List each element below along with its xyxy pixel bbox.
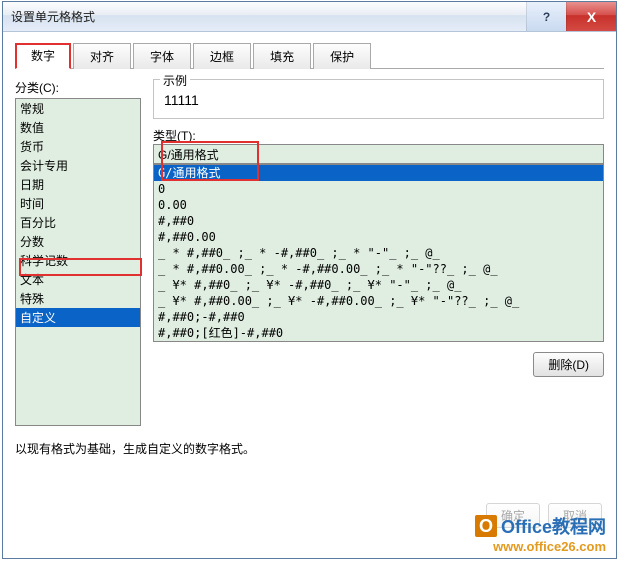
category-item[interactable]: 货币 <box>16 137 140 156</box>
dialog-content: 数字 对齐 字体 边框 填充 保护 分类(C): 常规 数值 货币 会计专用 日… <box>3 32 616 465</box>
category-list[interactable]: 常规 数值 货币 会计专用 日期 时间 百分比 分数 科学记数 文本 特殊 自定… <box>15 98 141 426</box>
format-item[interactable]: #,##0.00;-#,##0.00 <box>154 341 603 342</box>
window-title: 设置单元格格式 <box>3 8 95 25</box>
category-item[interactable]: 会计专用 <box>16 156 140 175</box>
format-list[interactable]: G/通用格式 0 0.00 #,##0 #,##0.00 _ * #,##0_ … <box>153 164 604 342</box>
format-item[interactable]: #,##0 <box>154 213 603 229</box>
delete-button[interactable]: 删除(D) <box>533 352 604 377</box>
category-item[interactable]: 分数 <box>16 232 140 251</box>
tab-protection[interactable]: 保护 <box>313 43 371 69</box>
tab-font[interactable]: 字体 <box>133 43 191 69</box>
category-item[interactable]: 常规 <box>16 99 140 118</box>
category-label: 分类(C): <box>15 79 141 96</box>
category-item[interactable]: 文本 <box>16 270 140 289</box>
right-column: 示例 11111 类型(T): G/通用格式 0 0.00 #,##0 #,##… <box>153 79 604 426</box>
category-item[interactable]: 数值 <box>16 118 140 137</box>
format-item[interactable]: _ * #,##0.00_ ;_ * -#,##0.00_ ;_ * "-"??… <box>154 261 603 277</box>
format-item[interactable]: _ ¥* #,##0.00_ ;_ ¥* -#,##0.00_ ;_ ¥* "-… <box>154 293 603 309</box>
delete-row: 删除(D) <box>153 352 604 377</box>
tab-bar: 数字 对齐 字体 边框 填充 保护 <box>15 42 604 69</box>
type-label: 类型(T): <box>153 127 604 144</box>
category-column: 分类(C): 常规 数值 货币 会计专用 日期 时间 百分比 分数 科学记数 文… <box>15 79 141 426</box>
format-item[interactable]: 0 <box>154 181 603 197</box>
watermark: O Office教程网 www.office26.com <box>475 513 606 554</box>
format-item[interactable]: _ ¥* #,##0_ ;_ ¥* -#,##0_ ;_ ¥* "-"_ ;_ … <box>154 277 603 293</box>
watermark-logo: O Office教程网 <box>475 513 606 539</box>
body-row: 分类(C): 常规 数值 货币 会计专用 日期 时间 百分比 分数 科学记数 文… <box>15 79 604 426</box>
hint-text: 以现有格式为基础，生成自定义的数字格式。 <box>15 440 604 457</box>
tab-border[interactable]: 边框 <box>193 43 251 69</box>
category-item[interactable]: 百分比 <box>16 213 140 232</box>
category-item[interactable]: 特殊 <box>16 289 140 308</box>
preview-value: 11111 <box>164 86 593 108</box>
tab-fill[interactable]: 填充 <box>253 43 311 69</box>
preview-box: 示例 11111 <box>153 79 604 119</box>
format-item[interactable]: _ * #,##0_ ;_ * -#,##0_ ;_ * "-"_ ;_ @_ <box>154 245 603 261</box>
category-item-custom[interactable]: 自定义 <box>16 308 140 327</box>
format-item[interactable]: #,##0.00 <box>154 229 603 245</box>
office-logo-icon: O <box>475 515 497 537</box>
format-item[interactable]: #,##0;[红色]-#,##0 <box>154 325 603 341</box>
format-item[interactable]: #,##0;-#,##0 <box>154 309 603 325</box>
format-item[interactable]: 0.00 <box>154 197 603 213</box>
help-button[interactable]: ? <box>526 2 566 31</box>
category-item[interactable]: 时间 <box>16 194 140 213</box>
format-item[interactable]: G/通用格式 <box>154 165 603 181</box>
window-controls: ? X <box>526 2 616 31</box>
type-section: 类型(T): <box>153 127 604 164</box>
preview-label: 示例 <box>160 72 190 89</box>
type-input[interactable] <box>153 144 604 164</box>
tab-number[interactable]: 数字 <box>15 43 71 69</box>
category-item[interactable]: 日期 <box>16 175 140 194</box>
tab-alignment[interactable]: 对齐 <box>73 43 131 69</box>
dialog-window: 设置单元格格式 ? X 数字 对齐 字体 边框 填充 保护 分类(C): 常规 … <box>2 1 617 559</box>
category-item[interactable]: 科学记数 <box>16 251 140 270</box>
titlebar: 设置单元格格式 ? X <box>3 2 616 32</box>
watermark-text: Office教程网 <box>501 513 606 539</box>
watermark-url: www.office26.com <box>475 539 606 554</box>
close-button[interactable]: X <box>566 2 616 31</box>
